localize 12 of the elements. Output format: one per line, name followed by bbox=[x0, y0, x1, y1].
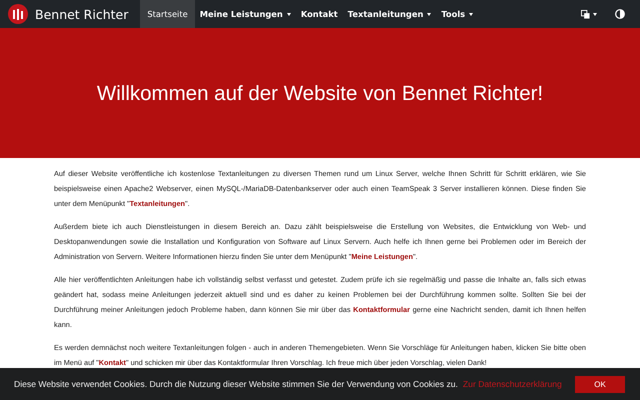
cookie-message: Diese Website verwendet Cookies. Durch die Nutzung dieser Website stimmen Sie der Verwendung von Cookies zu. bbox=[14, 379, 458, 389]
nav-item[interactable]: Meine Leistungen bbox=[194, 0, 296, 28]
nav-item[interactable]: Startseite bbox=[140, 0, 195, 28]
nav-item[interactable]: Tools bbox=[436, 0, 478, 28]
hero-title: Willkommen auf der Website von Bennet Richter! bbox=[96, 82, 544, 106]
nav-item[interactable]: Textanleitungen bbox=[342, 0, 436, 28]
site-title[interactable]: Bennet Richter bbox=[35, 6, 128, 22]
ok-button[interactable]: OK bbox=[575, 376, 625, 392]
language-button[interactable] bbox=[581, 10, 597, 18]
nav-item[interactable]: Kontakt bbox=[296, 0, 343, 28]
logo-icon[interactable] bbox=[8, 4, 28, 24]
contrast-icon[interactable] bbox=[615, 9, 625, 19]
